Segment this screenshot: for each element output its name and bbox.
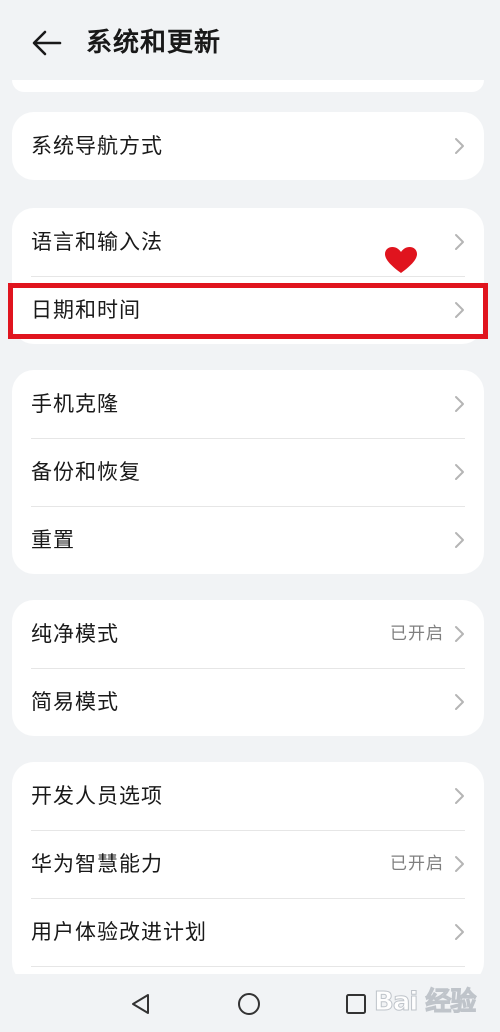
setting-row-simple-mode[interactable]: 简易模式 bbox=[12, 668, 484, 736]
chevron-right-icon bbox=[455, 788, 464, 804]
setting-label: 华为智慧能力 bbox=[31, 852, 163, 876]
setting-label: 系统导航方式 bbox=[31, 134, 163, 158]
arrow-left-icon[interactable] bbox=[30, 26, 64, 60]
setting-row-user-experience[interactable]: 用户体验改进计划 bbox=[12, 898, 484, 966]
setting-status-value: 已开启 bbox=[390, 624, 444, 644]
setting-row-reset[interactable]: 重置 bbox=[12, 506, 484, 574]
setting-row-backup-restore[interactable]: 备份和恢复 bbox=[12, 438, 484, 506]
settings-group-backup: 手机克隆 备份和恢复 重置 bbox=[12, 370, 484, 574]
settings-group-developer: 开发人员选项 华为智慧能力 已开启 用户体验改进计划 bbox=[12, 762, 484, 984]
scrolled-card-edge bbox=[12, 80, 484, 92]
heart-icon bbox=[385, 247, 417, 273]
setting-status-value: 已开启 bbox=[390, 854, 444, 874]
setting-row-system-navigation[interactable]: 系统导航方式 bbox=[12, 112, 484, 180]
back-triangle-icon[interactable] bbox=[129, 992, 153, 1016]
setting-label: 简易模式 bbox=[31, 690, 119, 714]
setting-row-developer-options[interactable]: 开发人员选项 bbox=[12, 762, 484, 830]
recents-square-icon[interactable] bbox=[344, 992, 368, 1016]
chevron-right-icon bbox=[455, 464, 464, 480]
setting-label: 手机克隆 bbox=[31, 392, 119, 416]
chevron-right-icon bbox=[455, 694, 464, 710]
setting-label: 用户体验改进计划 bbox=[31, 920, 207, 944]
chevron-right-icon bbox=[455, 302, 464, 318]
chevron-right-icon bbox=[455, 856, 464, 872]
chevron-right-icon bbox=[455, 138, 464, 154]
page-title: 系统和更新 bbox=[86, 28, 222, 58]
setting-label: 日期和时间 bbox=[31, 298, 141, 322]
baidu-jingyan-watermark: Bai 经验 bbox=[374, 987, 477, 1018]
chevron-right-icon bbox=[455, 396, 464, 412]
setting-label: 备份和恢复 bbox=[31, 460, 141, 484]
setting-row-pure-mode[interactable]: 纯净模式 已开启 bbox=[12, 600, 484, 668]
setting-label: 语言和输入法 bbox=[31, 230, 163, 254]
setting-row-date-time[interactable]: 日期和时间 bbox=[12, 276, 484, 344]
settings-group-modes: 纯净模式 已开启 简易模式 bbox=[12, 600, 484, 736]
setting-row-phone-clone[interactable]: 手机克隆 bbox=[12, 370, 484, 438]
settings-group-language-date: 语言和输入法 日期和时间 bbox=[12, 208, 484, 344]
app-header: 系统和更新 bbox=[0, 0, 500, 88]
home-circle-icon[interactable] bbox=[237, 992, 261, 1016]
chevron-right-icon bbox=[455, 532, 464, 548]
setting-label: 重置 bbox=[31, 528, 75, 552]
setting-label: 开发人员选项 bbox=[31, 784, 163, 808]
chevron-right-icon bbox=[455, 626, 464, 642]
chevron-right-icon bbox=[455, 924, 464, 940]
setting-label: 纯净模式 bbox=[31, 622, 119, 646]
settings-group-navigation: 系统导航方式 bbox=[12, 112, 484, 180]
chevron-right-icon bbox=[455, 234, 464, 250]
setting-row-huawei-ai[interactable]: 华为智慧能力 已开启 bbox=[12, 830, 484, 898]
